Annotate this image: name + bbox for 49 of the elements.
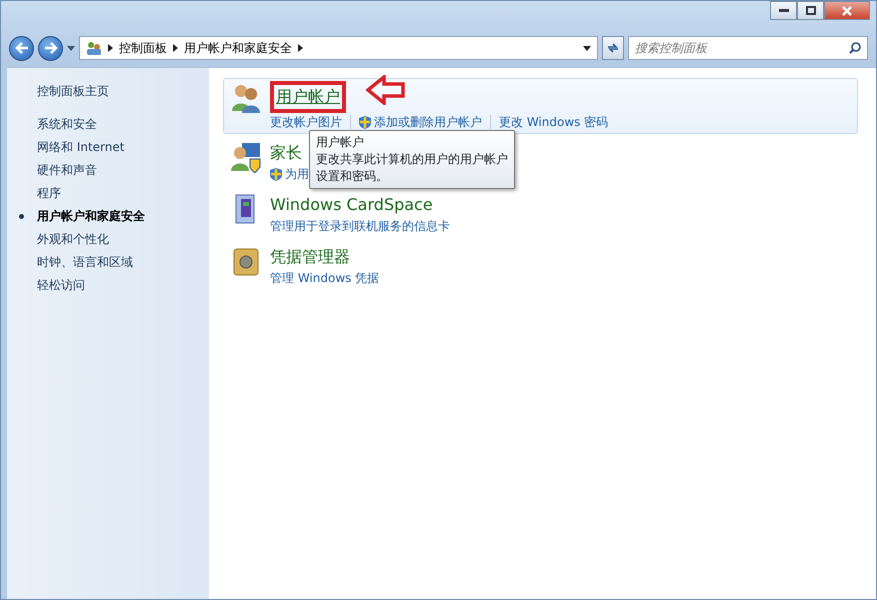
- sidebar-item[interactable]: 网络和 Internet: [37, 136, 209, 159]
- chevron-icon[interactable]: [173, 44, 178, 52]
- back-arrow-icon: [14, 42, 28, 54]
- task-link[interactable]: 管理用于登录到联机服务的信息卡: [270, 217, 450, 235]
- shield-icon: [270, 168, 282, 180]
- sidebar-item[interactable]: 硬件和声音: [37, 159, 209, 182]
- forward-button[interactable]: [38, 36, 63, 60]
- breadcrumb-item[interactable]: 控制面板: [119, 39, 167, 57]
- maximize-icon: [806, 6, 816, 15]
- sidebar-item[interactable]: 外观和个性化: [37, 228, 209, 251]
- sidebar-item[interactable]: 轻松访问: [37, 274, 209, 297]
- task-link[interactable]: 更改 Windows 密码: [499, 113, 608, 131]
- task-link[interactable]: 为用: [270, 165, 309, 183]
- shield-icon: [359, 116, 371, 128]
- refresh-icon: [606, 42, 620, 54]
- chevron-icon[interactable]: [108, 44, 113, 52]
- address-bar[interactable]: 控制面板 用户帐户和家庭安全: [79, 36, 598, 60]
- breadcrumb-item[interactable]: 用户帐户和家庭安全: [184, 39, 292, 57]
- task-link[interactable]: 更改帐户图片: [270, 113, 342, 131]
- sidebar-item[interactable]: 程序: [37, 182, 209, 205]
- minimize-icon: [778, 8, 788, 12]
- bullet-icon: [19, 214, 24, 219]
- close-button[interactable]: [824, 1, 870, 20]
- sidebar-link[interactable]: 控制面板主页: [37, 80, 209, 103]
- search-field[interactable]: 搜索控制面板: [628, 36, 868, 60]
- annotation-arrow: [366, 75, 406, 105]
- tooltip-title: 用户帐户: [316, 134, 365, 151]
- control-panel-icon: [86, 41, 102, 55]
- task-link[interactable]: 添加或删除用户帐户: [359, 113, 482, 131]
- chevron-icon[interactable]: [298, 44, 303, 52]
- maximize-button[interactable]: [797, 1, 824, 20]
- dropdown-icon[interactable]: [583, 46, 591, 50]
- task-link[interactable]: 管理 Windows 凭据: [270, 269, 380, 287]
- search-icon[interactable]: [849, 42, 861, 54]
- category-link[interactable]: 凭据管理器: [270, 245, 350, 269]
- close-icon: [842, 6, 852, 16]
- sidebar-item[interactable]: 系统和安全: [37, 113, 209, 136]
- forward-arrow-icon: [44, 42, 58, 54]
- category-link[interactable]: 用户帐户: [270, 81, 346, 113]
- tooltip-text: 更改共享此计算机的用户的用户帐户: [316, 151, 508, 168]
- sidebar-item[interactable]: 时钟、语言和区域: [37, 251, 209, 274]
- back-button[interactable]: [9, 36, 34, 60]
- category-link[interactable]: Windows CardSpace: [270, 193, 433, 217]
- tooltip-text: 设置和密码。: [316, 168, 389, 185]
- sidebar-item[interactable]: 用户帐户和家庭安全: [37, 205, 209, 228]
- refresh-button[interactable]: [602, 36, 624, 60]
- family-users-icon: [230, 141, 262, 173]
- minimize-button[interactable]: [770, 1, 797, 20]
- category-link[interactable]: 家长: [270, 141, 302, 165]
